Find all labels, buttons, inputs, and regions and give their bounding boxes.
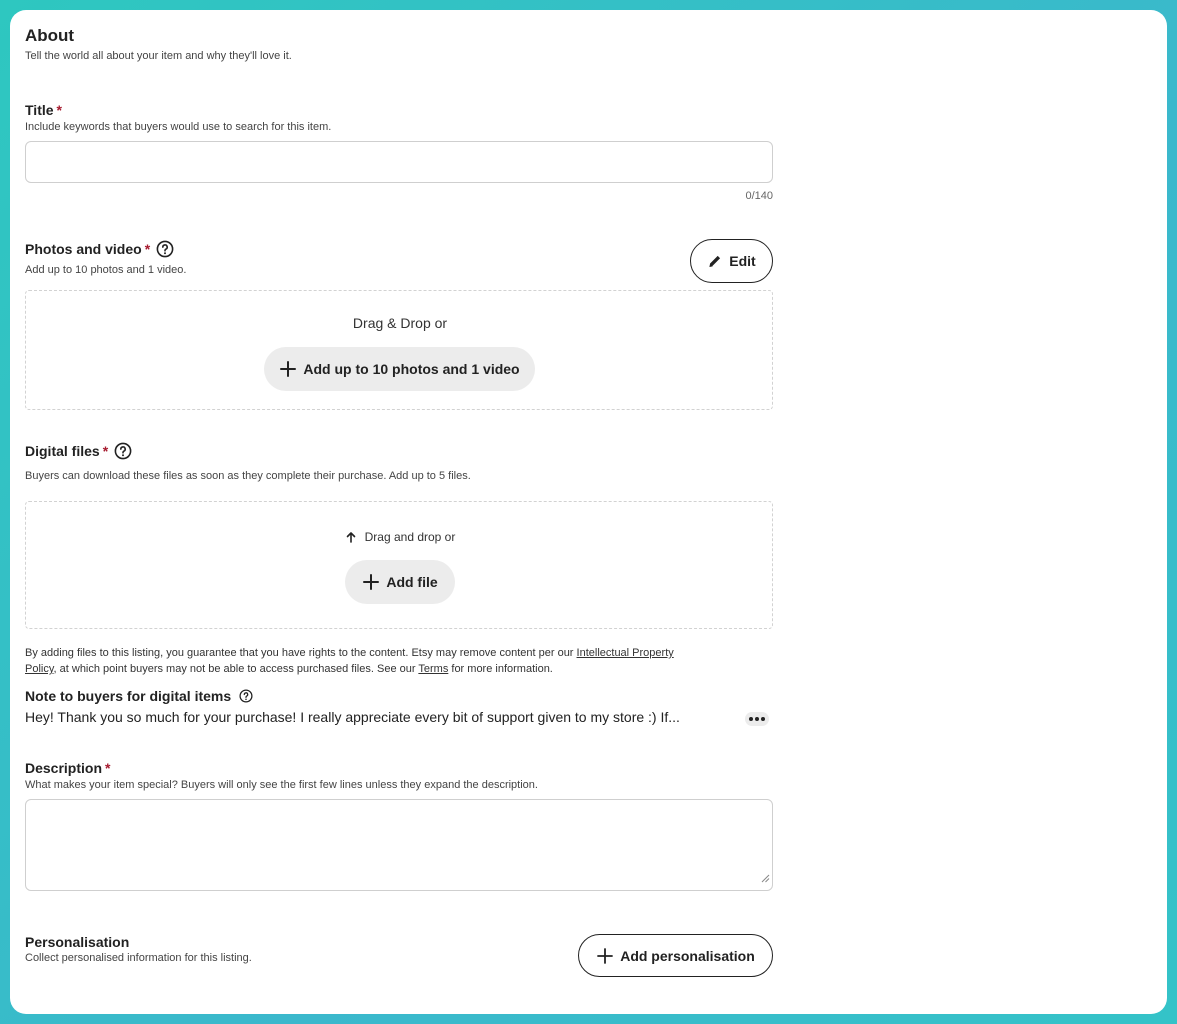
photos-helper: Add up to 10 photos and 1 video.: [25, 264, 187, 276]
plus-icon: [279, 360, 297, 378]
title-label-text: Title: [25, 102, 54, 118]
about-card: About Tell the world all about your item…: [10, 10, 1167, 1014]
arrow-up-icon: [345, 531, 357, 543]
digital-drop-text: Drag and drop or: [364, 530, 456, 544]
digital-files-label: Digital files *: [25, 442, 132, 460]
photos-label: Photos and video *: [25, 240, 174, 258]
add-file-button[interactable]: Add file: [345, 560, 455, 604]
description-textarea[interactable]: [25, 799, 773, 891]
photos-dropzone[interactable]: Drag & Drop or Add up to 10 photos and 1…: [25, 290, 773, 410]
about-subheading: Tell the world all about your item and w…: [25, 50, 292, 62]
question-circle-icon[interactable]: [239, 689, 253, 703]
description-helper: What makes your item special? Buyers wil…: [25, 779, 538, 791]
ip-link-line1: Intellectual Property: [576, 647, 674, 659]
more-options-button[interactable]: [745, 712, 769, 726]
required-mark: *: [105, 760, 111, 776]
terms-link[interactable]: Terms: [418, 663, 448, 675]
photos-label-text: Photos and video: [25, 241, 142, 257]
description-label: Description *: [25, 760, 110, 776]
description-label-text: Description: [25, 760, 103, 776]
required-mark: *: [102, 443, 109, 459]
title-char-counter: 0/140: [745, 190, 773, 202]
dot-icon: [755, 717, 759, 721]
digital-files-legal-text: By adding files to this listing, you gua…: [25, 645, 775, 677]
digital-files-helper: Buyers can download these files as soon …: [25, 470, 471, 482]
note-to-buyers-label: Note to buyers for digital items: [25, 688, 253, 704]
personalisation-label: Personalisation: [25, 934, 130, 950]
ip-link-line2: Policy: [25, 663, 54, 675]
required-mark: *: [144, 241, 151, 257]
edit-photos-button[interactable]: Edit: [690, 239, 773, 283]
add-personalisation-button[interactable]: Add personalisation: [578, 934, 773, 977]
digital-files-label-text: Digital files: [25, 443, 100, 459]
plus-icon: [362, 573, 380, 591]
personalisation-helper: Collect personalised information for thi…: [25, 952, 252, 964]
add-personalisation-label: Add personalisation: [620, 947, 755, 964]
edit-label: Edit: [729, 253, 756, 269]
dot-icon: [749, 717, 753, 721]
title-label: Title *: [25, 102, 62, 118]
legal-text-part3: for more information.: [448, 663, 553, 675]
title-helper: Include keywords that buyers would use t…: [25, 121, 332, 133]
question-circle-icon[interactable]: [156, 240, 174, 258]
resize-handle-icon[interactable]: [761, 870, 770, 888]
note-to-buyers-label-text: Note to buyers for digital items: [25, 688, 232, 704]
digital-drop-row: Drag and drop or: [26, 530, 774, 544]
dot-icon: [761, 717, 765, 721]
required-mark: *: [56, 102, 62, 118]
question-circle-icon[interactable]: [114, 442, 132, 460]
note-to-buyers-text: Hey! Thank you so much for your purchase…: [25, 709, 680, 725]
digital-files-dropzone[interactable]: Drag and drop or Add file: [25, 501, 773, 629]
about-heading: About: [25, 26, 75, 45]
add-file-label: Add file: [386, 574, 438, 590]
photos-drop-text: Drag & Drop or: [352, 315, 448, 331]
add-photos-button[interactable]: Add up to 10 photos and 1 video: [264, 347, 535, 391]
legal-text-part2: , at which point buyers may not be able …: [53, 663, 419, 675]
title-input[interactable]: [25, 141, 773, 183]
pencil-icon: [707, 253, 723, 269]
plus-icon: [596, 947, 614, 965]
legal-text-part1: By adding files to this listing, you gua…: [25, 647, 577, 659]
add-photos-label: Add up to 10 photos and 1 video: [303, 361, 520, 377]
